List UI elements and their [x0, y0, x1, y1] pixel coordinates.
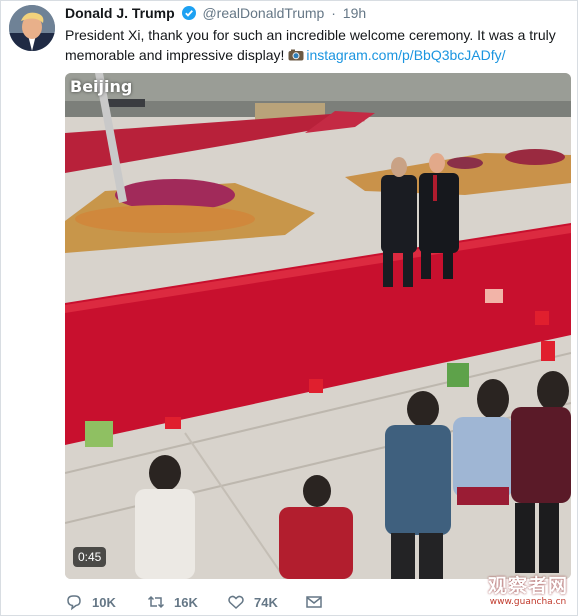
direct-message-button[interactable] — [305, 593, 323, 611]
reply-button[interactable]: 10K — [65, 593, 116, 611]
watermark-title: 观察者网 — [487, 575, 568, 597]
video-frame — [65, 73, 571, 579]
heart-icon — [228, 595, 244, 610]
tweet-text: President Xi, thank you for such an incr… — [65, 25, 565, 65]
verified-badge-icon — [181, 6, 196, 20]
retweet-count: 16K — [174, 594, 198, 610]
author-handle[interactable]: @realDonaldTrump — [202, 5, 324, 21]
like-count: 74K — [254, 594, 278, 610]
avatar[interactable] — [9, 5, 55, 51]
watermark-url: www.guancha.cn — [489, 597, 567, 607]
camera-icon — [288, 49, 304, 61]
author-name[interactable]: Donald J. Trump — [65, 5, 175, 21]
header-separator: · — [331, 5, 336, 21]
retweet-icon — [147, 595, 165, 609]
instagram-link[interactable]: instagram.com/p/BbQ3bcJADfy/ — [306, 47, 505, 63]
reply-count: 10K — [92, 594, 116, 610]
site-watermark: 观察者网 www.guancha.cn — [480, 575, 576, 607]
video-duration-badge: 0:45 — [73, 547, 107, 567]
video-player[interactable]: Beijing 0:45 — [65, 73, 571, 579]
tweet-header: Donald J. Trump @realDonaldTrump · 19h — [65, 5, 366, 21]
tweet-timestamp[interactable]: 19h — [343, 5, 366, 21]
avatar-image — [9, 5, 55, 51]
like-button[interactable]: 74K — [227, 593, 278, 611]
tweet-card: Donald J. Trump @realDonaldTrump · 19h P… — [0, 0, 578, 616]
reply-icon — [67, 595, 81, 611]
video-location-label: Beijing — [70, 77, 133, 96]
envelope-icon — [306, 596, 322, 608]
retweet-button[interactable]: 16K — [147, 593, 198, 611]
